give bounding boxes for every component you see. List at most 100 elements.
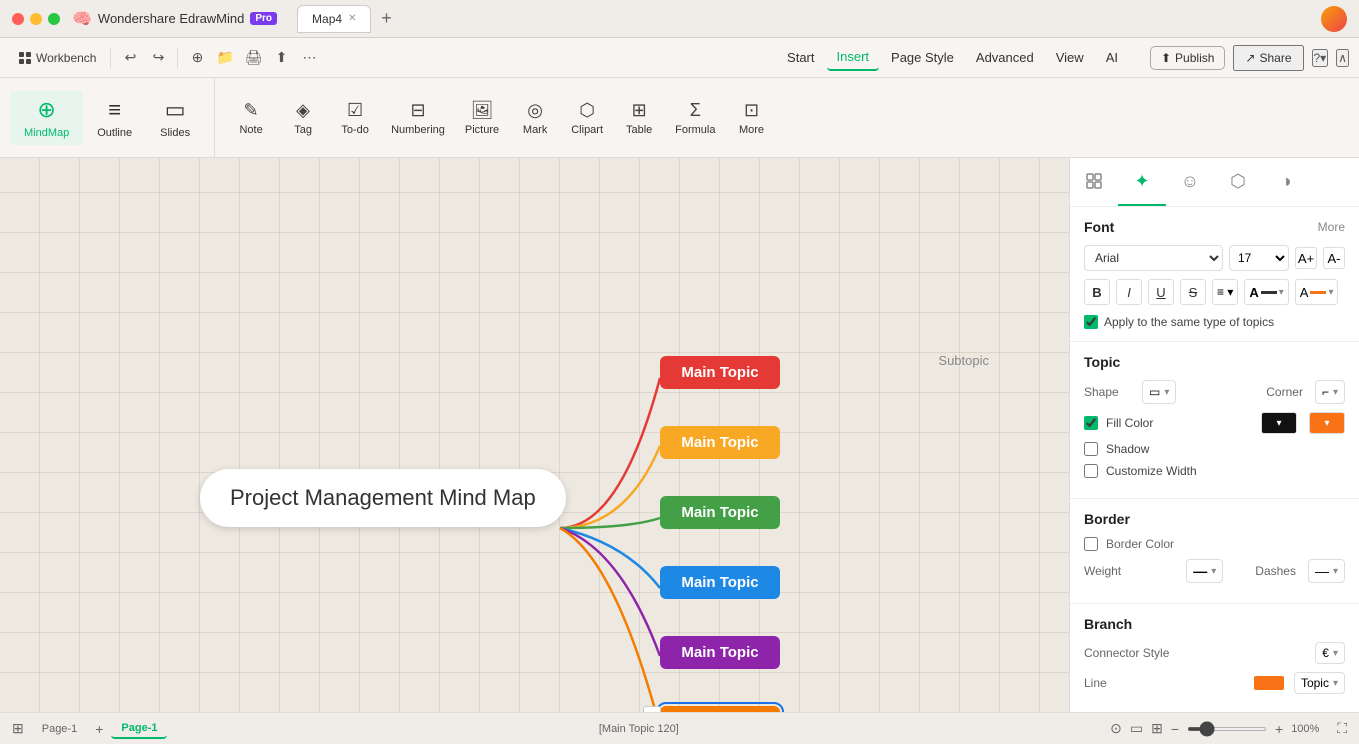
menu-advanced[interactable]: Advanced [966, 45, 1044, 70]
font-section: Font More Arial 17 A+ A- B I U S ≡ ▾ [1070, 207, 1359, 342]
outline-view-button[interactable]: ≡ Outline [83, 91, 146, 145]
panel-tab-style[interactable] [1070, 158, 1118, 206]
clipart-tool-button[interactable]: ⬡ Clipart [563, 84, 611, 152]
minimize-window-button[interactable] [30, 13, 42, 25]
font-section-header: Font More [1084, 219, 1345, 235]
topic-node-3[interactable]: Main Topic [660, 496, 780, 529]
menu-insert[interactable]: Insert [827, 44, 880, 71]
fit-view-icon[interactable]: ⊙ [1110, 720, 1122, 737]
topic-node-6[interactable]: Main Topic [660, 706, 780, 712]
topic-node-5[interactable]: Main Topic [660, 636, 780, 669]
zoom-minus-icon[interactable]: − [1171, 721, 1179, 737]
mindmap-icon: ⊕ [37, 97, 55, 123]
table-tool-button[interactable]: ⊞ Table [615, 84, 663, 152]
panel-tab-shape[interactable]: ⬡ [1214, 158, 1262, 206]
fill-color-primary-button[interactable]: ▾ [1261, 412, 1297, 434]
formula-tool-button[interactable]: Σ Formula [667, 84, 723, 152]
collapse-ribbon-button[interactable]: ∧ [1336, 49, 1349, 67]
multi-view-icon[interactable]: ⊞ [1151, 720, 1163, 737]
fill-color-checkbox[interactable] [1084, 416, 1098, 430]
italic-button[interactable]: I [1116, 279, 1142, 305]
avatar[interactable] [1321, 6, 1347, 32]
underline-button[interactable]: U [1148, 279, 1174, 305]
panel-tab-theme[interactable]: ◑ [1262, 158, 1310, 206]
slides-view-button[interactable]: ▭ Slides [146, 91, 204, 145]
help-button[interactable]: ?▾ [1312, 49, 1329, 67]
zoom-slider[interactable] [1187, 727, 1267, 731]
topic-node-4[interactable]: Main Topic [660, 566, 780, 599]
add-tab-button[interactable]: + [375, 8, 397, 30]
line-color-swatch[interactable] [1254, 676, 1284, 690]
fullscreen-icon[interactable]: ⛶ [1337, 720, 1347, 737]
publish-button[interactable]: ⬆ Publish [1150, 46, 1225, 70]
font-name-select[interactable]: Arial [1084, 245, 1223, 271]
font-size-decrease-button[interactable]: A- [1323, 247, 1345, 269]
map-tab[interactable]: Map4 ✕ [297, 5, 371, 33]
panel-tab-emoji[interactable]: ☺ [1166, 158, 1214, 206]
tab-bar: Map4 ✕ + [297, 5, 397, 33]
share-button[interactable]: ↗ Share [1233, 45, 1303, 71]
export-button[interactable]: ⬆ [268, 45, 294, 71]
fill-color-secondary-button[interactable]: ▾ [1309, 412, 1345, 434]
strikethrough-button[interactable]: S [1180, 279, 1206, 305]
note-tool-button[interactable]: ✎ Note [227, 84, 275, 152]
page-tab[interactable]: Page-1 [32, 720, 87, 738]
grid-view-icon[interactable]: ⊞ [12, 720, 24, 737]
undo-button[interactable]: ↩ [117, 45, 143, 71]
connector-style-select[interactable]: € ▾ [1315, 642, 1345, 664]
menu-page-style[interactable]: Page Style [881, 45, 964, 70]
shape-select[interactable]: ▭ ▾ [1142, 380, 1176, 404]
border-color-checkbox[interactable] [1084, 537, 1098, 551]
mark-tool-button[interactable]: ◎ Mark [511, 84, 559, 152]
mark-icon: ◎ [527, 100, 543, 121]
insert-tools-group: ✎ Note ◈ Tag ☑ To-do ⊟ Numbering 🖼 Pictu… [215, 78, 1359, 157]
numbering-tool-button[interactable]: ⊟ Numbering [383, 84, 453, 152]
border-color-row: Border Color [1084, 537, 1345, 551]
corner-select[interactable]: ⌐ ▾ [1315, 380, 1345, 404]
line-select[interactable]: Topic ▾ [1294, 672, 1345, 694]
align-button[interactable]: ≡ ▾ [1212, 279, 1238, 305]
todo-tool-button[interactable]: ☑ To-do [331, 84, 379, 152]
menu-ai[interactable]: AI [1096, 45, 1128, 70]
maximize-window-button[interactable] [48, 13, 60, 25]
current-page-tab[interactable]: Page-1 [111, 719, 167, 739]
text-color-button[interactable]: A ▾ [1244, 279, 1288, 305]
separator [177, 48, 178, 68]
tag-icon: ◈ [296, 100, 310, 121]
picture-tool-button[interactable]: 🖼 Picture [457, 84, 507, 152]
close-tab-icon[interactable]: ✕ [348, 13, 356, 24]
customize-width-checkbox[interactable] [1084, 464, 1098, 478]
apply-same-checkbox[interactable] [1084, 315, 1098, 329]
close-window-button[interactable] [12, 13, 24, 25]
connector-style-row: Connector Style € ▾ [1084, 642, 1345, 664]
workbench-button[interactable]: Workbench [10, 47, 104, 69]
dashes-select[interactable]: — ▾ [1308, 559, 1345, 583]
central-node[interactable]: Project Management Mind Map [200, 469, 566, 527]
canvas[interactable]: Project Management Mind Map Main Topic M… [0, 158, 1069, 712]
tag-tool-button[interactable]: ◈ Tag [279, 84, 327, 152]
print-button[interactable]: 🖨 [240, 45, 266, 71]
shadow-checkbox[interactable] [1084, 442, 1098, 456]
single-view-icon[interactable]: ▭ [1130, 720, 1143, 737]
folder-button[interactable]: 📁 [212, 45, 238, 71]
add-button[interactable]: ⊕ [184, 45, 210, 71]
topic-node-1[interactable]: Main Topic [660, 356, 780, 389]
window-controls [12, 13, 60, 25]
more-tools-button[interactable]: ⊡ More [727, 84, 775, 152]
panel-tab-ai[interactable]: ✦ [1118, 158, 1166, 206]
bold-button[interactable]: B [1084, 279, 1110, 305]
expand-button[interactable]: ○ [643, 706, 661, 712]
menu-view[interactable]: View [1046, 45, 1094, 70]
menu-start[interactable]: Start [777, 45, 824, 70]
font-size-select[interactable]: 17 [1229, 245, 1289, 271]
mindmap-view-button[interactable]: ⊕ MindMap [10, 91, 83, 145]
redo-button[interactable]: ↪ [145, 45, 171, 71]
highlight-color-button[interactable]: A ▾ [1295, 279, 1339, 305]
font-size-increase-button[interactable]: A+ [1295, 247, 1317, 269]
more-options-button[interactable]: ⋯ [296, 45, 322, 71]
add-page-button[interactable]: + [95, 721, 103, 737]
zoom-plus-icon[interactable]: + [1275, 721, 1283, 737]
picture-icon: 🖼 [471, 100, 494, 121]
topic-node-2[interactable]: Main Topic [660, 426, 780, 459]
weight-select[interactable]: — ▾ [1186, 559, 1223, 583]
